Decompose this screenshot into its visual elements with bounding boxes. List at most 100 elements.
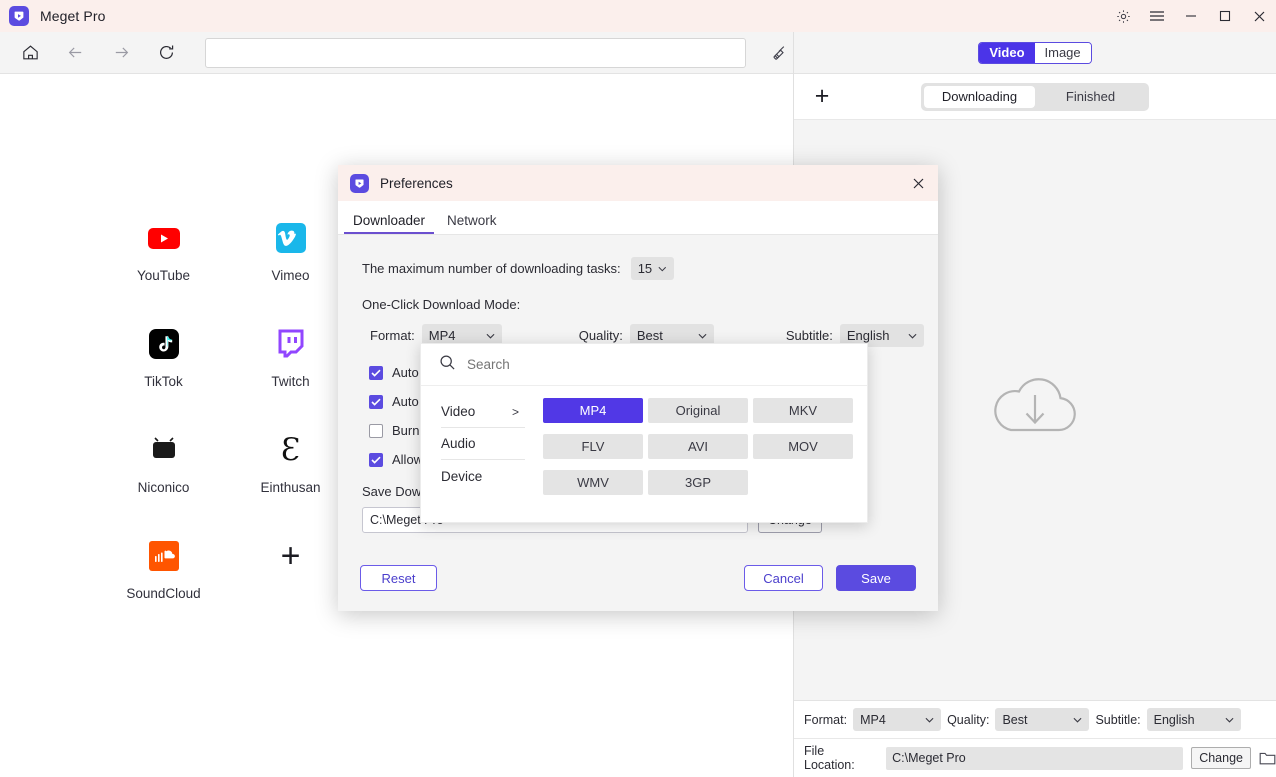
url-input[interactable] bbox=[205, 37, 746, 68]
arrow-right-icon[interactable] bbox=[107, 38, 136, 68]
dialog-title-bar: Preferences bbox=[338, 165, 938, 201]
search-icon bbox=[439, 354, 456, 376]
application-window: Meget Pro YouTube Vimeo TikTok Twitch Ni… bbox=[0, 0, 1276, 777]
site-shortcut-einthusan[interactable]: Ɛ Einthusan bbox=[227, 431, 354, 495]
site-shortcut-twitch[interactable]: Twitch bbox=[227, 325, 354, 389]
site-label: Vimeo bbox=[271, 268, 310, 283]
dialog-action-bar: Reset Cancel Save bbox=[338, 565, 938, 591]
max-tasks-select[interactable]: 15 bbox=[630, 257, 674, 280]
tab-video[interactable]: Video bbox=[979, 42, 1035, 63]
media-mode-segmented: Video Image bbox=[978, 41, 1092, 64]
chevron-down-icon bbox=[486, 333, 495, 339]
reset-button[interactable]: Reset bbox=[360, 565, 437, 591]
category-label: Video bbox=[441, 404, 476, 419]
dialog-title: Preferences bbox=[380, 175, 453, 191]
save-dir-label: Save Down bbox=[362, 484, 429, 499]
format-option-mkv[interactable]: MKV bbox=[753, 398, 853, 423]
oneclick-label: One-Click Download Mode: bbox=[362, 297, 521, 312]
file-location-label: File Location: bbox=[804, 744, 855, 772]
format-option-avi[interactable]: AVI bbox=[648, 434, 748, 459]
format-popup-body: Video > Audio Device MP4 Original MKV FL… bbox=[421, 386, 867, 495]
tab-image[interactable]: Image bbox=[1034, 42, 1091, 63]
browser-toolbar bbox=[0, 32, 793, 74]
dialog-tabs: Downloader Network bbox=[338, 201, 938, 235]
footer-location-row: File Location: C:\Meget Pro Change bbox=[794, 739, 1276, 777]
subtitle-value: English bbox=[1153, 712, 1195, 727]
dialog-format-label: Format: bbox=[370, 328, 415, 343]
tab-network[interactable]: Network bbox=[436, 213, 508, 234]
checkbox-auto-re[interactable] bbox=[369, 394, 383, 409]
quality-label: Quality: bbox=[947, 712, 990, 727]
close-icon[interactable] bbox=[904, 169, 932, 197]
site-shortcut-niconico[interactable]: Niconico bbox=[100, 431, 227, 495]
format-search-input[interactable] bbox=[467, 357, 767, 372]
quality-select[interactable]: Best bbox=[995, 708, 1090, 731]
add-site-button[interactable]: + bbox=[227, 537, 354, 601]
format-label: Format: bbox=[804, 712, 848, 727]
site-label: YouTube bbox=[136, 268, 191, 283]
reload-icon[interactable] bbox=[152, 38, 181, 68]
format-select[interactable]: MP4 bbox=[853, 708, 942, 731]
window-controls bbox=[1106, 0, 1276, 32]
site-label: Niconico bbox=[137, 480, 190, 495]
minimize-icon[interactable] bbox=[1174, 0, 1208, 32]
twitch-icon bbox=[272, 325, 310, 363]
broom-icon[interactable] bbox=[766, 39, 793, 67]
format-category-device[interactable]: Device bbox=[441, 460, 525, 492]
chevron-down-icon bbox=[658, 266, 667, 271]
cloud-download-icon bbox=[985, 368, 1085, 453]
site-label: SoundCloud bbox=[126, 586, 201, 601]
site-shortcut-vimeo[interactable]: Vimeo bbox=[227, 219, 354, 283]
format-dropdown-popup: Video > Audio Device MP4 Original MKV FL… bbox=[420, 343, 868, 523]
cancel-button[interactable]: Cancel bbox=[744, 565, 823, 591]
chevron-right-icon: > bbox=[511, 404, 519, 419]
title-bar: Meget Pro bbox=[0, 0, 1276, 32]
site-shortcut-youtube[interactable]: YouTube bbox=[100, 219, 227, 283]
checkbox-allow[interactable] bbox=[369, 452, 383, 467]
vimeo-icon bbox=[272, 219, 310, 257]
checkbox-burn[interactable] bbox=[369, 423, 383, 438]
change-location-button[interactable]: Change bbox=[1191, 747, 1251, 769]
file-location-field[interactable]: C:\Meget Pro bbox=[886, 746, 1184, 770]
maximize-icon[interactable] bbox=[1208, 0, 1242, 32]
niconico-icon bbox=[145, 431, 183, 469]
hamburger-icon[interactable] bbox=[1140, 0, 1174, 32]
format-category-audio[interactable]: Audio bbox=[441, 428, 525, 460]
format-option-flv[interactable]: FLV bbox=[543, 434, 643, 459]
dialog-subtitle-label: Subtitle: bbox=[785, 328, 833, 343]
format-option-mp4[interactable]: MP4 bbox=[543, 398, 643, 423]
arrow-left-icon[interactable] bbox=[61, 38, 90, 68]
format-search-row bbox=[421, 344, 867, 386]
gear-icon[interactable] bbox=[1106, 0, 1140, 32]
folder-icon[interactable] bbox=[1259, 751, 1276, 766]
site-shortcut-soundcloud[interactable]: SoundCloud bbox=[100, 537, 227, 601]
format-category-video[interactable]: Video > bbox=[441, 396, 525, 428]
close-icon[interactable] bbox=[1242, 0, 1276, 32]
subtitle-select[interactable]: English bbox=[1146, 708, 1241, 731]
format-option-3gp[interactable]: 3GP bbox=[648, 470, 748, 495]
play-logo-icon bbox=[9, 6, 29, 26]
tab-downloader[interactable]: Downloader bbox=[342, 213, 436, 234]
play-logo-icon bbox=[350, 173, 369, 193]
format-option-wmv[interactable]: WMV bbox=[543, 470, 643, 495]
chevron-down-icon bbox=[698, 333, 707, 339]
site-shortcut-tiktok[interactable]: TikTok bbox=[100, 325, 227, 389]
format-option-original[interactable]: Original bbox=[648, 398, 748, 423]
dialog-quality-value: Best bbox=[636, 328, 663, 343]
footer-settings-row: Format: MP4 Quality: Best Subtitle: Engl… bbox=[794, 701, 1276, 739]
subtitle-label: Subtitle: bbox=[1095, 712, 1141, 727]
tab-downloading[interactable]: Downloading bbox=[924, 85, 1035, 108]
add-site-icon: + bbox=[280, 537, 301, 575]
checkbox-auto-d[interactable] bbox=[369, 365, 383, 380]
chevron-down-icon bbox=[1073, 717, 1082, 723]
tab-finished[interactable]: Finished bbox=[1035, 86, 1146, 108]
site-label: Einthusan bbox=[260, 480, 321, 495]
plus-icon[interactable]: + bbox=[806, 81, 838, 113]
save-button[interactable]: Save bbox=[836, 565, 916, 591]
category-label: Audio bbox=[441, 436, 476, 451]
status-tabs: Downloading Finished bbox=[921, 82, 1149, 111]
home-icon[interactable] bbox=[16, 38, 45, 68]
format-option-mov[interactable]: MOV bbox=[753, 434, 853, 459]
site-label: Twitch bbox=[271, 374, 310, 389]
format-option-grid: MP4 Original MKV FLV AVI MOV WMV 3GP bbox=[543, 398, 853, 495]
